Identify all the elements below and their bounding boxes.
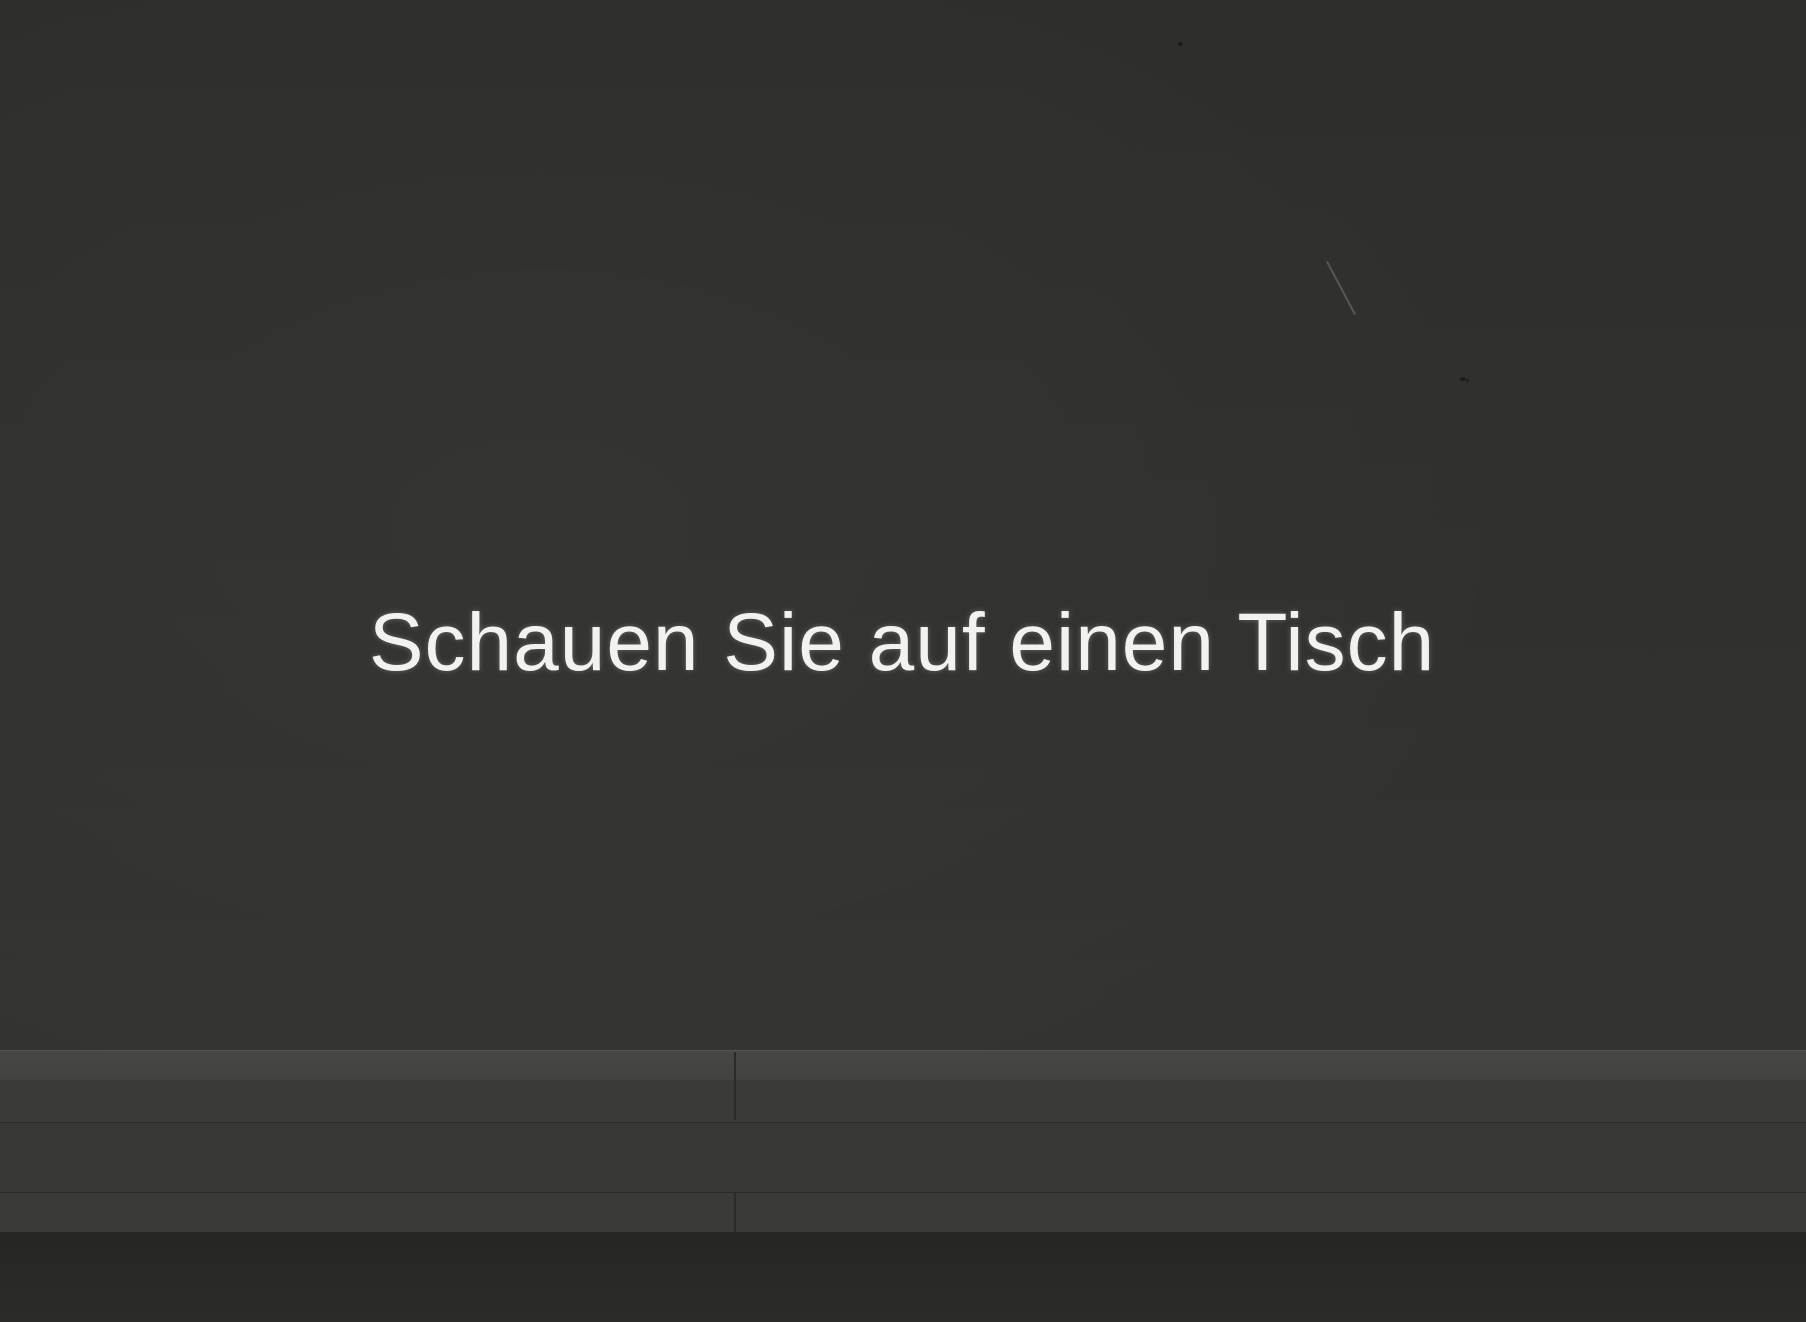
shelf-panel-lower [0, 1192, 1806, 1233]
shelf-panel-upper [0, 1080, 1806, 1122]
ar-camera-view: Schauen Sie auf einen Tisch [0, 0, 1806, 1322]
wall-speck [1178, 42, 1183, 46]
instruction-text: Schauen Sie auf einen Tisch [368, 597, 1436, 688]
instruction-overlay: Schauen Sie auf einen Tisch [0, 596, 1806, 690]
shelf-seam [734, 1192, 736, 1232]
shelf-panel-middle [0, 1122, 1806, 1193]
wall-scratch [1326, 261, 1356, 315]
shelf-seam [734, 1052, 736, 1120]
floor [0, 1232, 1806, 1322]
shelf-top-edge [0, 1050, 1806, 1081]
wall-speck [1466, 379, 1469, 382]
